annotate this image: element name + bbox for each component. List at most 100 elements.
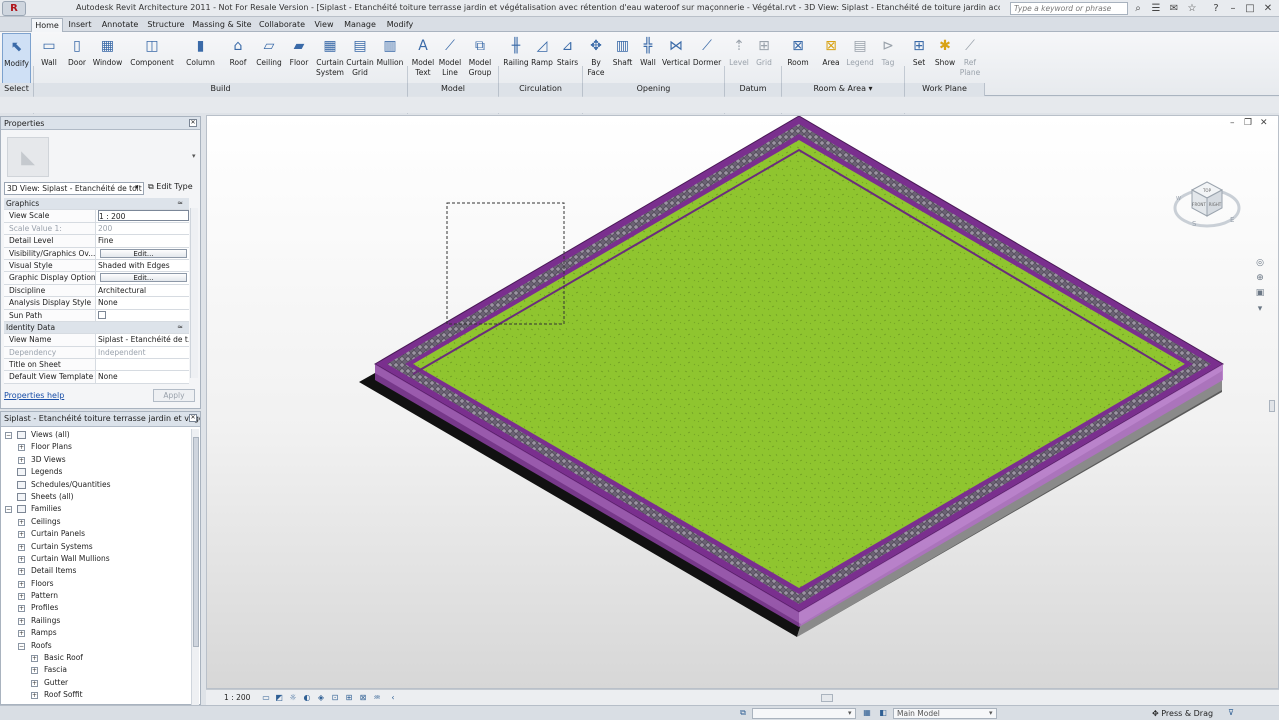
curtain-grid-button[interactable]: ▤ Curtain Grid [345, 33, 375, 85]
group-identity-data[interactable]: Identity Data ≈ [4, 321, 189, 335]
expand-icon[interactable]: + [18, 605, 25, 613]
chevron-down-icon[interactable]: ▾ [848, 709, 852, 717]
communication-icon[interactable]: ✉ [1167, 1, 1181, 15]
crop-view-icon[interactable]: ⊡ [330, 693, 340, 703]
filter-icon[interactable]: ⊽ [1226, 708, 1236, 718]
browser-item[interactable]: + Curtain Panels [1, 528, 190, 540]
viewport-scroll-thumb[interactable] [1269, 400, 1275, 412]
tab-annotate[interactable]: Annotate [98, 18, 142, 32]
expand-icon[interactable]: + [18, 456, 25, 464]
tab-collaborate[interactable]: Collaborate [256, 18, 308, 32]
type-selector[interactable]: 3D View: Siplast - Etanchéité de toit [4, 182, 144, 195]
property-row[interactable]: Analysis Display Style None [4, 297, 189, 310]
model-group-button[interactable]: ⧉ Model Group [466, 33, 494, 85]
expand-icon[interactable]: + [18, 593, 25, 601]
property-value[interactable]: None [96, 371, 189, 383]
tab-modify[interactable]: Modify [382, 18, 418, 32]
railing-button[interactable]: ╫ Railing [502, 33, 530, 85]
property-value[interactable]: Fine [96, 235, 189, 247]
browser-item[interactable]: − Families [1, 503, 190, 515]
property-value[interactable]: Architectural [96, 284, 189, 297]
roof-button[interactable]: ⌂ Roof [225, 33, 251, 85]
favorites-icon[interactable]: ☆ [1185, 1, 1199, 15]
expand-icon[interactable]: + [31, 692, 38, 700]
property-row[interactable]: Detail Level Fine [4, 235, 189, 248]
ref-plane-button[interactable]: ⟋ Ref Plane [959, 33, 981, 85]
window-button[interactable]: ▦ Window [91, 33, 124, 85]
shaft-button[interactable]: ▥ Shaft [610, 33, 635, 85]
temporary-hide-icon[interactable]: ♒ [372, 693, 382, 703]
property-row[interactable]: View Name Siplast - Etanchéité de t... [4, 334, 189, 347]
browser-item[interactable]: + Roof Soffit [1, 689, 190, 701]
browser-item[interactable]: + Ceilings [1, 516, 190, 528]
tab-manage[interactable]: Manage [340, 18, 380, 32]
zoom-icon[interactable]: ▣ [1253, 286, 1267, 300]
modify-button[interactable]: ⬉ Modify [2, 33, 31, 85]
tab-structure[interactable]: Structure [144, 18, 188, 32]
navigation-bar-icon[interactable]: ⊕ [1253, 271, 1267, 285]
property-row[interactable]: Default View Template None [4, 371, 189, 384]
browser-item[interactable]: + Ramps [1, 627, 190, 639]
steering-wheel-icon[interactable]: ◎ [1253, 256, 1267, 270]
mullion-button[interactable]: ▥ Mullion [375, 33, 405, 85]
browser-item[interactable]: + Curtain Systems [1, 541, 190, 553]
press-drag-toggle[interactable]: ✥ Press & Drag [1152, 709, 1213, 718]
viewcube[interactable]: TOP FRONT RIGHT S E W [1172, 164, 1242, 236]
expand-icon[interactable]: + [31, 679, 38, 687]
collapse-icon[interactable]: − [5, 432, 12, 439]
detail-level-icon[interactable]: ▭ [261, 693, 271, 703]
wall-opening-button[interactable]: ╬ Wall [637, 33, 659, 85]
browser-item[interactable]: + Detail Items [1, 565, 190, 577]
property-row[interactable]: Visibility/Graphics Ov... Edit... [4, 247, 189, 260]
editable-only-icon[interactable]: ▦ [862, 708, 872, 718]
browser-scrollbar[interactable] [191, 429, 199, 705]
3d-view-canvas[interactable]: – ❐ ✕ TOP FRONT RIGHT S E W ◎ ⊕ ▣ ▾ [206, 115, 1279, 689]
model-text-button[interactable]: A Model Text [410, 33, 436, 85]
help-icon[interactable]: ? [1209, 1, 1223, 15]
minimize-icon[interactable]: – [1226, 1, 1240, 15]
binoculars-icon[interactable]: ⌕ [1131, 1, 1145, 15]
property-value[interactable] [96, 359, 189, 371]
navbar-menu-icon[interactable]: ▾ [1253, 302, 1267, 316]
browser-item[interactable]: − Views (all) [1, 429, 190, 441]
browser-item[interactable]: + Railings [1, 615, 190, 627]
expand-icon[interactable]: + [18, 555, 25, 563]
grid-button[interactable]: ⊞ Grid [752, 33, 776, 85]
edit-type-button[interactable]: ⧉ Edit Type [148, 182, 193, 192]
chevron-down-icon[interactable]: ▾ [135, 183, 139, 191]
maximize-icon[interactable]: □ [1243, 1, 1257, 15]
property-row[interactable]: Discipline Architectural [4, 284, 189, 298]
ceiling-button[interactable]: ▱ Ceiling [254, 33, 284, 85]
area-button[interactable]: ⊠ Area [818, 33, 844, 85]
chevron-down-icon[interactable]: ▾ [989, 709, 993, 717]
room-button[interactable]: ⊠ Room [785, 33, 811, 85]
tab-insert[interactable]: Insert [65, 18, 95, 32]
component-button[interactable]: ◫ Component [128, 33, 176, 85]
floor-button[interactable]: ▰ Floor [287, 33, 311, 85]
sun-path-checkbox[interactable] [98, 310, 106, 319]
level-button[interactable]: ⇡ Level [727, 33, 751, 85]
sun-path-icon[interactable]: ☼ [288, 693, 298, 703]
property-row[interactable]: Visual Style Shaded with Edges [4, 259, 189, 273]
expand-icon[interactable]: + [18, 518, 25, 526]
chevron-down-icon[interactable]: ▾ [192, 152, 196, 160]
expand-icon[interactable]: + [18, 531, 25, 539]
shadows-icon[interactable]: ◐ [302, 693, 312, 703]
door-button[interactable]: ▯ Door [63, 33, 91, 85]
browser-item[interactable]: Legends [1, 466, 190, 478]
browser-item[interactable]: + Floor Plans [1, 441, 190, 453]
revit-logo-icon[interactable]: R [2, 1, 26, 16]
panel-room-area[interactable]: Room & Area ▾ [782, 83, 905, 96]
expand-icon[interactable]: + [31, 655, 38, 663]
view-scale-control[interactable]: 1 : 200 [224, 693, 250, 702]
browser-item[interactable]: Schedules/Quantities [1, 479, 190, 491]
property-value[interactable]: Siplast - Etanchéité de t... [96, 334, 189, 346]
visibility-edit-button[interactable]: Edit... [100, 248, 187, 258]
close-icon[interactable]: ✕ [1261, 1, 1275, 15]
panel-select[interactable]: Select [0, 83, 34, 96]
column-button[interactable]: ▮ Column [183, 33, 218, 85]
scrollbar-thumb[interactable] [193, 437, 199, 647]
property-value[interactable]: Shaded with Edges [96, 259, 189, 272]
expand-icon[interactable]: + [18, 568, 25, 576]
browser-item[interactable]: +3D Views [1, 454, 190, 466]
